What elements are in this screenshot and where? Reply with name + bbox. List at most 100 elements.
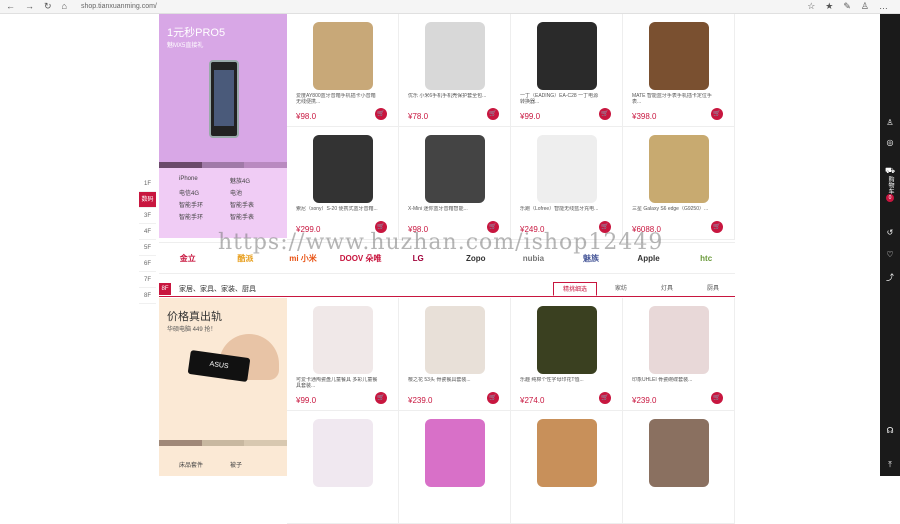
floor-tab[interactable]: 灯具 xyxy=(645,282,689,296)
product-image[interactable] xyxy=(537,22,597,90)
floor-nav-item[interactable]: 5F xyxy=(139,240,156,256)
product-card[interactable]: 可爱卡通陶瓷盘儿童餐具 多彩儿童餐具套装... ¥99.0 🛒 xyxy=(287,298,399,411)
product-name[interactable]: 优乐 小米6手机手机壳保护套全包... xyxy=(408,93,490,105)
product-card[interactable] xyxy=(399,411,511,524)
product-card[interactable]: X-Mini 迷你蓝牙音箱智能... ¥98.0 🛒 xyxy=(399,127,511,240)
add-to-cart-icon[interactable]: 🛒 xyxy=(711,221,723,233)
address-bar[interactable]: shop.tianxuanming.com/ xyxy=(81,3,807,10)
add-to-cart-icon[interactable]: 🛒 xyxy=(375,392,387,404)
brand-logo[interactable]: htc xyxy=(677,254,735,263)
product-name[interactable]: 爱度AY800蓝牙音箱手机插卡小音箱无线便携... xyxy=(296,93,378,105)
product-name[interactable]: 乐跑（Lofree）智能无线蓝牙充电... xyxy=(520,206,602,218)
user-icon[interactable]: ♙ xyxy=(880,118,900,127)
forward-icon[interactable]: → xyxy=(25,1,34,12)
product-card[interactable]: 樱之花 53头 骨瓷餐具套装... ¥239.0 🛒 xyxy=(399,298,511,411)
cart-label[interactable]: 购物车 0 xyxy=(880,176,900,202)
add-to-cart-icon[interactable]: 🛒 xyxy=(711,108,723,120)
product-card[interactable]: 优乐 小米6手机手机壳保护套全包... ¥78.0 🛒 xyxy=(399,14,511,127)
product-name[interactable]: 可爱卡通陶瓷盘儿童餐具 多彩儿童餐具套装... xyxy=(296,377,378,389)
add-to-cart-icon[interactable]: 🛒 xyxy=(487,108,499,120)
product-card[interactable]: 索尼（sony）S-20 便携式蓝牙音箱... ¥299.0 🛒 xyxy=(287,127,399,240)
category-link[interactable]: 电池 xyxy=(230,188,267,197)
brand-logo[interactable]: 金立 xyxy=(159,253,217,264)
product-image[interactable] xyxy=(537,306,597,374)
category-link[interactable]: 智能手表 xyxy=(230,200,267,209)
share-browser-icon[interactable]: ♙ xyxy=(861,1,869,12)
product-image[interactable] xyxy=(425,135,485,203)
product-card[interactable]: MATE 智能蓝牙手表手机插卡定位手表... ¥398.0 🛒 xyxy=(623,14,735,127)
product-image[interactable] xyxy=(537,135,597,203)
history-icon[interactable]: ↺ xyxy=(880,228,900,237)
product-card[interactable]: 爱度AY800蓝牙音箱手机插卡小音箱无线便携... ¥98.0 🛒 xyxy=(287,14,399,127)
floor-nav-item[interactable]: 1F xyxy=(139,176,156,192)
product-card[interactable]: 乐跑（Lofree）智能无线蓝牙充电... ¥249.0 🛒 xyxy=(511,127,623,240)
product-card[interactable] xyxy=(623,411,735,524)
floor-nav-item[interactable]: 3F xyxy=(139,208,156,224)
category-link[interactable]: 智能手环 xyxy=(179,212,216,221)
add-to-cart-icon[interactable]: 🛒 xyxy=(487,392,499,404)
product-image[interactable] xyxy=(649,419,709,487)
product-name[interactable]: 印象UHLEI 骨瓷碗碟套装... xyxy=(632,377,714,389)
product-image[interactable] xyxy=(649,306,709,374)
add-to-cart-icon[interactable]: 🛒 xyxy=(599,108,611,120)
product-image[interactable] xyxy=(425,22,485,90)
note-icon[interactable]: ✎ xyxy=(843,1,851,12)
favorite-icon[interactable]: ☆ xyxy=(807,1,815,12)
add-to-cart-icon[interactable]: 🛒 xyxy=(711,392,723,404)
product-name[interactable]: 三星 Galaxy S6 edge（G9250）... xyxy=(632,206,714,218)
product-card[interactable]: 乐趣 纯棉个性字母印花T恤... ¥274.0 🛒 xyxy=(511,298,623,411)
promo-banner-phone[interactable]: 1元秒PRO5 魅MX5直接礼 xyxy=(159,14,288,168)
product-image[interactable] xyxy=(425,306,485,374)
floor-nav-item[interactable]: 6F xyxy=(139,256,156,272)
product-image[interactable] xyxy=(649,22,709,90)
product-image[interactable] xyxy=(313,22,373,90)
add-to-cart-icon[interactable]: 🛒 xyxy=(599,392,611,404)
product-image[interactable] xyxy=(313,135,373,203)
product-image[interactable] xyxy=(313,419,373,487)
gift-icon[interactable]: ◎ xyxy=(880,138,900,147)
product-name[interactable]: 乐趣 纯棉个性字母印花T恤... xyxy=(520,377,602,389)
refresh-icon[interactable]: ↻ xyxy=(44,1,52,12)
category-link[interactable]: 智能手表 xyxy=(230,212,267,221)
favorites-bar-icon[interactable]: ★ xyxy=(825,1,833,12)
product-name[interactable]: 樱之花 53头 骨瓷餐具套装... xyxy=(408,377,490,389)
promo-subtitle: 华硕电脑 449 抢！ xyxy=(167,327,217,333)
more-icon[interactable]: … xyxy=(879,1,888,12)
product-name[interactable]: 一丁（EADING）EA-C28 一丁电源转换器... xyxy=(520,93,602,105)
product-card[interactable]: 三星 Galaxy S6 edge（G9250）... ¥6088.0 🛒 xyxy=(623,127,735,240)
cart-count-badge: 0 xyxy=(886,194,894,202)
floor-nav-item[interactable]: 数码 xyxy=(139,192,156,208)
back-icon[interactable]: ← xyxy=(6,1,15,12)
product-image[interactable] xyxy=(649,135,709,203)
category-link[interactable]: 智能手环 xyxy=(179,200,216,209)
floor-nav-item[interactable]: 4F xyxy=(139,224,156,240)
category-link[interactable]: 魅族4G xyxy=(230,176,267,185)
product-card[interactable] xyxy=(511,411,623,524)
product-name[interactable]: 索尼（sony）S-20 便携式蓝牙音箱... xyxy=(296,206,378,218)
category-link[interactable]: 被子 xyxy=(230,460,267,469)
floor-nav-item[interactable]: 8F xyxy=(139,288,156,304)
cart-icon[interactable]: ⛟ xyxy=(880,166,900,176)
promo-banner-asus[interactable]: 价格真出轨 华硕电脑 449 抢！ ASUS xyxy=(159,298,288,446)
product-image[interactable] xyxy=(313,306,373,374)
share-icon[interactable]: ⤴ xyxy=(880,272,900,283)
product-card[interactable]: 印象UHLEI 骨瓷碗碟套装... ¥239.0 🛒 xyxy=(623,298,735,411)
category-link[interactable]: 床品套件 xyxy=(179,460,216,469)
add-to-cart-icon[interactable]: 🛒 xyxy=(375,108,387,120)
product-image[interactable] xyxy=(537,419,597,487)
product-name[interactable]: MATE 智能蓝牙手表手机插卡定位手表... xyxy=(632,93,714,105)
product-name[interactable]: X-Mini 迷你蓝牙音箱智能... xyxy=(408,206,490,218)
home-icon[interactable]: ⌂ xyxy=(62,1,67,12)
floor-tab[interactable]: 家纺 xyxy=(599,282,643,296)
headset-icon[interactable]: ☊ xyxy=(880,426,900,435)
floor-tab[interactable]: 厨具 xyxy=(691,282,735,296)
heart-icon[interactable]: ♡ xyxy=(880,250,900,259)
product-image[interactable] xyxy=(425,419,485,487)
product-card[interactable]: 一丁（EADING）EA-C28 一丁电源转换器... ¥99.0 🛒 xyxy=(511,14,623,127)
category-link[interactable]: 电信4G xyxy=(179,188,216,197)
top-icon[interactable]: ⤒ xyxy=(880,460,900,470)
category-link[interactable]: iPhone xyxy=(179,176,216,185)
floor-nav-item[interactable]: 7F xyxy=(139,272,156,288)
product-card[interactable] xyxy=(287,411,399,524)
floor-tab[interactable]: 精挑细选 xyxy=(553,281,597,296)
